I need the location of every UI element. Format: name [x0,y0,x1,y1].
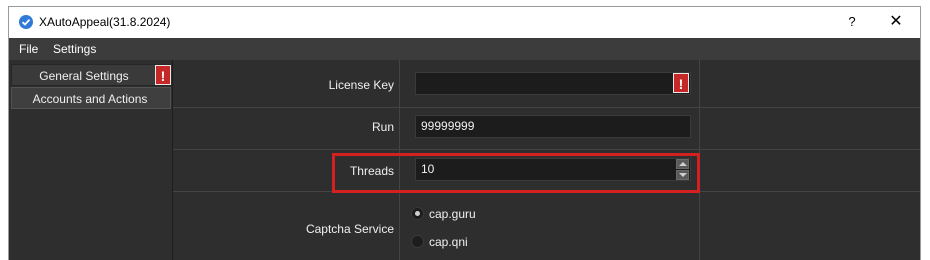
sidebar-item-general-settings[interactable]: General Settings ! [11,64,171,86]
sidebar-item-accounts-and-actions[interactable]: Accounts and Actions [11,87,171,109]
column-divider [399,60,400,260]
main-area: General Settings ! Accounts and Actions … [9,60,920,260]
run-input[interactable]: 99999999 [415,115,691,138]
spin-up-icon[interactable] [676,159,689,169]
help-button[interactable]: ? [837,12,867,32]
sidebar: General Settings ! Accounts and Actions [9,60,173,260]
captcha-cap-guru-radio[interactable] [411,207,424,220]
threads-label: Threads [349,164,394,178]
title-bar: XAutoAppeal(31.8.2024) ? ✕ [9,7,920,38]
warning-icon: ! [673,73,689,93]
captcha-service-label: Captcha Service [305,222,394,236]
license-key-input[interactable] [415,72,691,95]
threads-spinbox[interactable]: 10 [415,158,691,181]
menu-bar: File Settings [9,38,920,60]
close-button[interactable]: ✕ [881,12,911,32]
captcha-cap-qni-label[interactable]: cap.qni [429,235,468,249]
captcha-cap-guru-label[interactable]: cap.guru [429,207,476,221]
sidebar-item-label: General Settings [39,69,129,83]
sidebar-item-label: Accounts and Actions [32,92,148,106]
app-window: XAutoAppeal(31.8.2024) ? ✕ File Settings… [8,6,921,260]
spin-down-icon[interactable] [676,170,689,180]
window-title: XAutoAppeal(31.8.2024) [39,15,171,29]
run-label: Run [371,120,394,134]
column-divider [699,60,700,260]
row-divider [173,107,920,108]
menu-file[interactable]: File [19,42,38,56]
captcha-cap-qni-radio[interactable] [411,235,424,248]
row-divider [173,149,920,150]
license-key-label: License Key [328,78,394,92]
app-check-badge-icon [19,15,33,29]
warning-icon: ! [155,65,171,85]
row-divider [173,191,920,192]
menu-settings[interactable]: Settings [53,42,96,56]
settings-form: License Key ! Run 99999999 Threads 10 Ca… [173,60,920,260]
